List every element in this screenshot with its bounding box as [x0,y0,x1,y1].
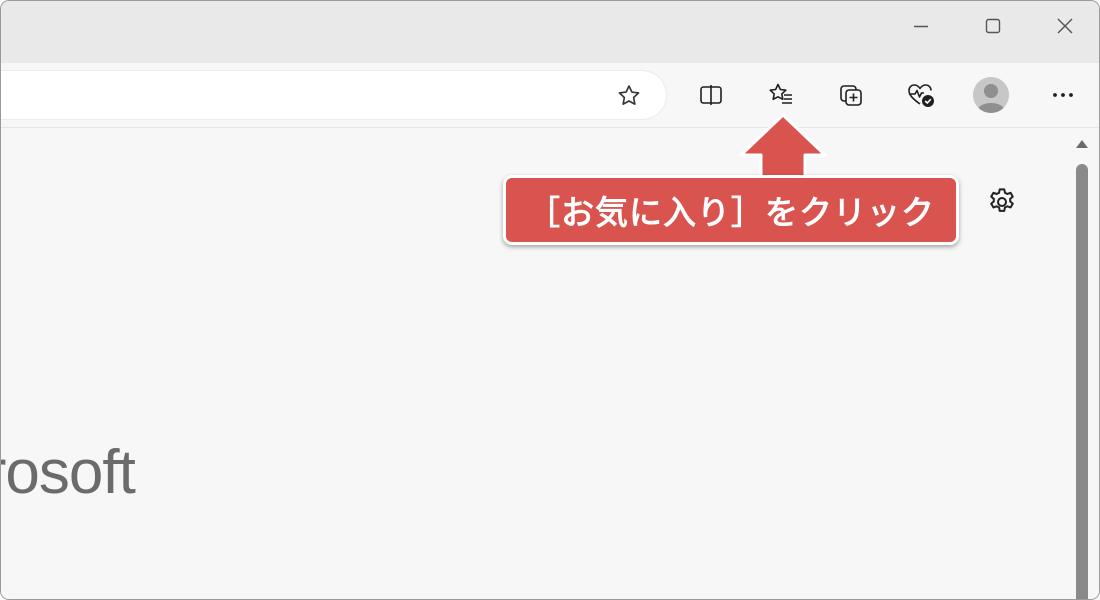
callout-box: ［お気に入り］をクリック [503,175,959,245]
browser-toolbar [1,63,1099,128]
close-icon [1057,18,1073,34]
maximize-icon [985,18,1001,34]
minimize-icon [914,25,928,28]
browser-essentials-button[interactable] [903,77,939,113]
profile-button[interactable] [973,77,1009,113]
minimize-button[interactable] [885,1,957,51]
scrollbar-thumb[interactable] [1076,164,1088,599]
favorites-button[interactable] [763,77,799,113]
gear-icon [990,188,1014,212]
callout-arrow [739,113,827,181]
vertical-scrollbar[interactable] [1071,128,1093,599]
avatar-icon [973,77,1009,113]
settings-and-more-button[interactable] [1045,77,1081,113]
collections-icon [840,85,862,106]
split-screen-icon [700,85,722,105]
maximize-button[interactable] [957,1,1029,51]
title-bar [1,1,1099,63]
collections-button[interactable] [833,77,869,113]
close-button[interactable] [1029,1,1099,51]
address-bar[interactable] [1,71,666,119]
heartbeat-check-icon [908,84,934,107]
browser-window: icrosoft ［お気に入り］をクリック [0,0,1100,600]
brand-logo-text: icrosoft [1,438,136,507]
page-settings-button[interactable] [985,185,1019,219]
more-horizontal-icon [1053,93,1073,97]
star-list-icon [769,83,792,104]
callout-text: ［お気に入り］をクリック [527,193,935,232]
scroll-up-arrow-icon[interactable] [1075,138,1089,150]
split-screen-button[interactable] [693,77,729,113]
star-outline-icon[interactable] [616,83,642,109]
